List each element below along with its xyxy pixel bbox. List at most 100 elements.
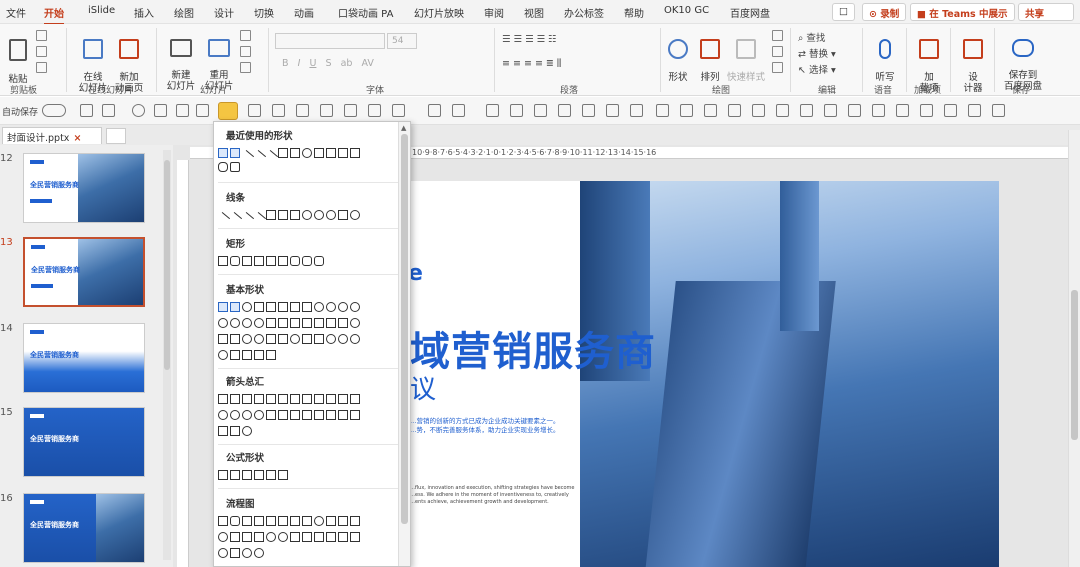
- scrollbar-thumb[interactable]: [401, 134, 408, 524]
- quad-arrow-shape[interactable]: [290, 394, 300, 404]
- snip-round-rectangle-shape[interactable]: [278, 256, 288, 266]
- menu-animations[interactable]: 动画: [294, 5, 314, 20]
- dictate-button[interactable]: 听写: [868, 28, 902, 83]
- rectangle-shape[interactable]: [290, 148, 300, 158]
- round-rectangle-shape[interactable]: [290, 256, 300, 266]
- menu-review[interactable]: 审阅: [484, 5, 504, 20]
- copy-icon[interactable]: [36, 46, 47, 57]
- qat-tool-icon[interactable]: [896, 104, 909, 117]
- elbow-connector-shape[interactable]: [290, 210, 300, 220]
- rectangle-shape[interactable]: [278, 148, 288, 158]
- flowchart-merge-shape[interactable]: [326, 532, 336, 542]
- menu-transitions[interactable]: 切换: [254, 5, 274, 20]
- text-align-icon[interactable]: [176, 104, 189, 117]
- plaque-shape[interactable]: [338, 318, 348, 328]
- textbox-vertical-shape[interactable]: [230, 148, 240, 158]
- line-shape[interactable]: [239, 149, 255, 160]
- shape-row[interactable]: [218, 424, 400, 438]
- parallelogram-shape[interactable]: [278, 302, 288, 312]
- shape-row[interactable]: [218, 348, 400, 362]
- menu-office-tab[interactable]: 办公标签: [564, 5, 604, 20]
- format-painter-icon[interactable]: [36, 62, 47, 73]
- qat-tool-icon[interactable]: [248, 104, 261, 117]
- menu-ok10[interactable]: OK10 GC: [664, 5, 709, 16]
- flowchart-delay-shape[interactable]: [350, 532, 360, 542]
- flowchart-manual-operation-shape[interactable]: [350, 516, 360, 526]
- shape-row[interactable]: [218, 530, 400, 544]
- diamond-shape[interactable]: [302, 302, 312, 312]
- new-slide-button[interactable]: 新建 幻灯片: [164, 28, 198, 92]
- flowchart-offpage-shape[interactable]: [230, 532, 240, 542]
- redo-icon[interactable]: [132, 104, 145, 117]
- slide-headline[interactable]: 域营销服务商: [410, 319, 656, 377]
- qat-tool-icon[interactable]: [272, 104, 285, 117]
- heart-shape[interactable]: [302, 334, 312, 344]
- flowchart-extract-shape[interactable]: [314, 532, 324, 542]
- flowchart-sort-shape[interactable]: [302, 532, 312, 542]
- callout-arrow-shape[interactable]: [314, 410, 324, 420]
- fill-icon[interactable]: [772, 30, 783, 41]
- qat-tool-icon[interactable]: [920, 104, 933, 117]
- moon-shape[interactable]: [338, 334, 348, 344]
- qat-tool-icon[interactable]: [968, 104, 981, 117]
- shape-row[interactable]: [218, 332, 400, 346]
- textbox-shape[interactable]: [218, 302, 228, 312]
- flowchart-summing-junction-shape[interactable]: [266, 532, 276, 542]
- qat-tool-icon[interactable]: [776, 104, 789, 117]
- paste-button[interactable]: 粘贴: [4, 28, 32, 85]
- scroll-up-icon[interactable]: ▲: [401, 124, 406, 132]
- qat-tool-icon[interactable]: [944, 104, 957, 117]
- diagonal-stripe-shape[interactable]: [314, 318, 324, 328]
- double-arrow-line-shape[interactable]: [251, 211, 267, 222]
- qat-tool-icon[interactable]: [534, 104, 547, 117]
- flowchart-data-shape[interactable]: [254, 516, 264, 526]
- qat-tool-icon[interactable]: [848, 104, 861, 117]
- elbow-connector-shape[interactable]: [278, 210, 288, 220]
- pie-shape[interactable]: [242, 318, 252, 328]
- block-arc-shape[interactable]: [266, 334, 276, 344]
- menu-help[interactable]: 帮助: [624, 5, 644, 20]
- curly-brace-shape[interactable]: [218, 162, 228, 172]
- shape-row[interactable]: [218, 468, 400, 482]
- no-symbol-shape[interactable]: [254, 334, 264, 344]
- qat-tool-icon[interactable]: [392, 104, 405, 117]
- qat-tool-icon[interactable]: [704, 104, 717, 117]
- qat-tool-icon[interactable]: [558, 104, 571, 117]
- outline-icon[interactable]: [772, 46, 783, 57]
- dropdown-scrollbar[interactable]: ▲: [398, 122, 410, 566]
- notched-arrow-shape[interactable]: [278, 410, 288, 420]
- shapes-gallery-icon[interactable]: [218, 102, 238, 120]
- flowchart-magnetic-disk-shape[interactable]: [230, 548, 240, 558]
- l-shape[interactable]: [302, 318, 312, 328]
- textbox-vertical-shape[interactable]: [230, 302, 240, 312]
- left-up-arrow-shape[interactable]: [338, 394, 348, 404]
- curve-connector-shape[interactable]: [314, 210, 324, 220]
- select-button[interactable]: ↖ 选择 ▾: [798, 62, 836, 76]
- scrollbar-thumb[interactable]: [164, 160, 170, 370]
- shape-row[interactable]: [218, 160, 400, 174]
- distribute-icon[interactable]: [196, 104, 209, 117]
- close-icon[interactable]: ×: [73, 133, 81, 144]
- flowchart-stored-data-shape[interactable]: [338, 532, 348, 542]
- plus-shape[interactable]: [218, 470, 228, 480]
- flowchart-card-shape[interactable]: [242, 532, 252, 542]
- multiply-shape[interactable]: [242, 470, 252, 480]
- cross-shape[interactable]: [326, 318, 336, 328]
- menu-draw[interactable]: 绘图: [174, 5, 194, 20]
- flowchart-predefined-shape[interactable]: [266, 516, 276, 526]
- bold-button[interactable]: B I U S ab AV: [282, 58, 374, 69]
- flowchart-preparation-shape[interactable]: [326, 516, 336, 526]
- left-right-up-arrow-shape[interactable]: [302, 394, 312, 404]
- cut-icon[interactable]: [36, 30, 47, 41]
- font-family-select[interactable]: [275, 33, 385, 49]
- qat-tool-icon[interactable]: [656, 104, 669, 117]
- menu-baidu[interactable]: 百度网盘: [730, 5, 770, 20]
- curved-arrow-shape[interactable]: [254, 410, 264, 420]
- bracket-shape[interactable]: [254, 350, 264, 360]
- frame-shape[interactable]: [278, 318, 288, 328]
- find-button[interactable]: ⌕ 查找: [798, 30, 825, 44]
- shape-row[interactable]: [218, 514, 400, 528]
- menu-islide[interactable]: iSlide: [88, 5, 115, 16]
- connector-shape[interactable]: [326, 148, 336, 158]
- document-tab[interactable]: 封面设计.pptx ×: [2, 127, 102, 144]
